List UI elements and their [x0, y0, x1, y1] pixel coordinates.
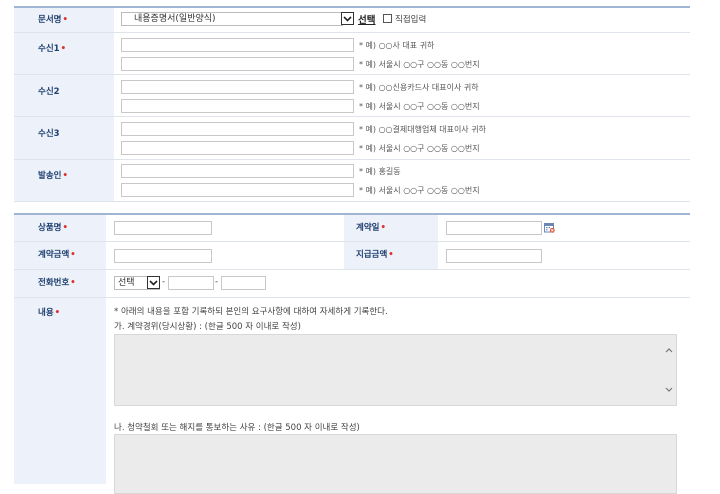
doc-label: 문서명	[38, 15, 62, 25]
required-mark: •	[60, 44, 66, 54]
doc-label-cell: 문서명•	[14, 8, 114, 32]
product-input[interactable]	[114, 221, 212, 235]
direct-input-label: 직접입력	[395, 15, 427, 25]
doc-type-dropdown-button[interactable]	[341, 12, 354, 25]
section-bottom-border	[14, 201, 690, 202]
paid-amount-input[interactable]	[446, 249, 542, 263]
required-mark: •	[62, 171, 68, 181]
recipient3-address-input[interactable]	[121, 141, 354, 155]
row-divider	[14, 159, 690, 160]
recipient2-name-input[interactable]	[121, 80, 354, 94]
contract-amount-label-cell: 계약금액•	[14, 242, 106, 269]
recipient1-name-example: * 예) ○○사 대표 귀하	[359, 41, 435, 50]
row-divider	[14, 269, 690, 270]
recipient1-label: 수신1	[38, 44, 60, 54]
product-label: 상품명	[38, 223, 62, 233]
required-mark: •	[62, 15, 68, 25]
sender-address-input[interactable]	[121, 183, 354, 197]
phone-prefix-dropdown-button[interactable]	[147, 276, 160, 289]
recipient2-label: 수신2	[38, 87, 60, 97]
required-mark: •	[70, 250, 76, 260]
phone-prefix-value: 선택	[118, 278, 135, 288]
select-link[interactable]: 선택	[358, 12, 375, 26]
section-a-textarea[interactable]	[114, 334, 677, 406]
doc-type-value: 내용증명서(일반양식)	[134, 14, 216, 24]
recipient2-address-example: * 예) 서울시 ○○구 ○○동 ○○번지	[359, 102, 480, 111]
phone-last-input[interactable]	[221, 276, 266, 290]
section-a-title: 가. 계약경위(당시상황) : (한글 500 자 이내로 작성)	[114, 322, 301, 332]
sender-name-input[interactable]	[121, 164, 354, 178]
phone-dash: -	[215, 277, 219, 287]
phone-dash: -	[162, 277, 166, 287]
sender-label-cell: 발송인•	[14, 160, 114, 201]
contract-date-label-cell: 계약일•	[344, 215, 438, 241]
doc-type-select[interactable]: 내용증명서(일반양식)	[121, 12, 343, 26]
section-b-title: 나. 청약철회 또는 해지를 통보하는 사유 : (한글 500 자 이내로 작…	[114, 423, 360, 433]
content-label: 내용	[38, 308, 54, 318]
recipient1-name-input[interactable]	[121, 38, 354, 52]
scroll-up-icon[interactable]	[665, 347, 673, 353]
scrollbar[interactable]	[662, 335, 676, 405]
recipient3-label-cell: 수신3	[14, 117, 114, 159]
contract-date-label: 계약일	[356, 223, 380, 233]
content-note: * 아래의 내용을 포함 기록하되 본인의 요구사항에 대하여 자세하게 기록한…	[114, 307, 388, 317]
chevron-down-icon	[149, 279, 158, 286]
sender-address-example: * 예) 서울시 ○○구 ○○동 ○○번지	[359, 186, 480, 195]
contract-date-input[interactable]	[446, 221, 542, 235]
required-mark: •	[54, 308, 61, 318]
recipient3-name-example: * 예) ○○결제대행업체 대표이사 귀하	[359, 125, 486, 134]
row-divider	[14, 297, 690, 298]
section-b-textarea[interactable]	[114, 434, 677, 494]
recipient3-address-example: * 예) 서울시 ○○구 ○○동 ○○번지	[359, 144, 480, 153]
direct-input-checkbox[interactable]	[383, 14, 392, 23]
recipient1-address-input[interactable]	[121, 57, 354, 71]
phone-middle-input[interactable]	[168, 276, 214, 290]
paid-amount-label: 지급금액	[356, 250, 388, 260]
recipient3-label: 수신3	[38, 129, 60, 139]
recipient2-name-example: * 예) ○○신용카드사 대표이사 귀하	[359, 83, 479, 92]
required-mark: •	[70, 278, 76, 288]
row-divider	[14, 32, 690, 33]
phone-label: 전화번호	[38, 278, 70, 288]
top-border	[14, 6, 690, 8]
contract-amount-input[interactable]	[114, 249, 212, 263]
required-mark: •	[62, 223, 68, 233]
recipient1-label-cell: 수신1•	[14, 33, 114, 74]
sender-name-example: * 예) 홍길동	[359, 167, 401, 176]
recipient1-address-example: * 예) 서울시 ○○구 ○○동 ○○번지	[359, 60, 480, 69]
recipient2-address-input[interactable]	[121, 99, 354, 113]
phone-label-cell: 전화번호•	[14, 270, 106, 297]
required-mark: •	[388, 250, 394, 260]
scroll-down-icon[interactable]	[665, 387, 673, 393]
product-label-cell: 상품명•	[14, 215, 106, 241]
calendar-icon[interactable]	[544, 222, 555, 233]
sender-label: 발송인	[38, 171, 62, 181]
row-divider	[14, 74, 690, 75]
paid-amount-label-cell: 지급금액•	[344, 242, 438, 269]
contract-amount-label: 계약금액	[38, 250, 70, 260]
required-mark: •	[380, 223, 386, 233]
content-label-cell: 내용•	[14, 298, 106, 484]
recipient2-label-cell: 수신2	[14, 75, 114, 116]
chevron-down-icon	[343, 15, 352, 22]
row-divider	[14, 116, 690, 117]
recipient3-name-input[interactable]	[121, 122, 354, 136]
